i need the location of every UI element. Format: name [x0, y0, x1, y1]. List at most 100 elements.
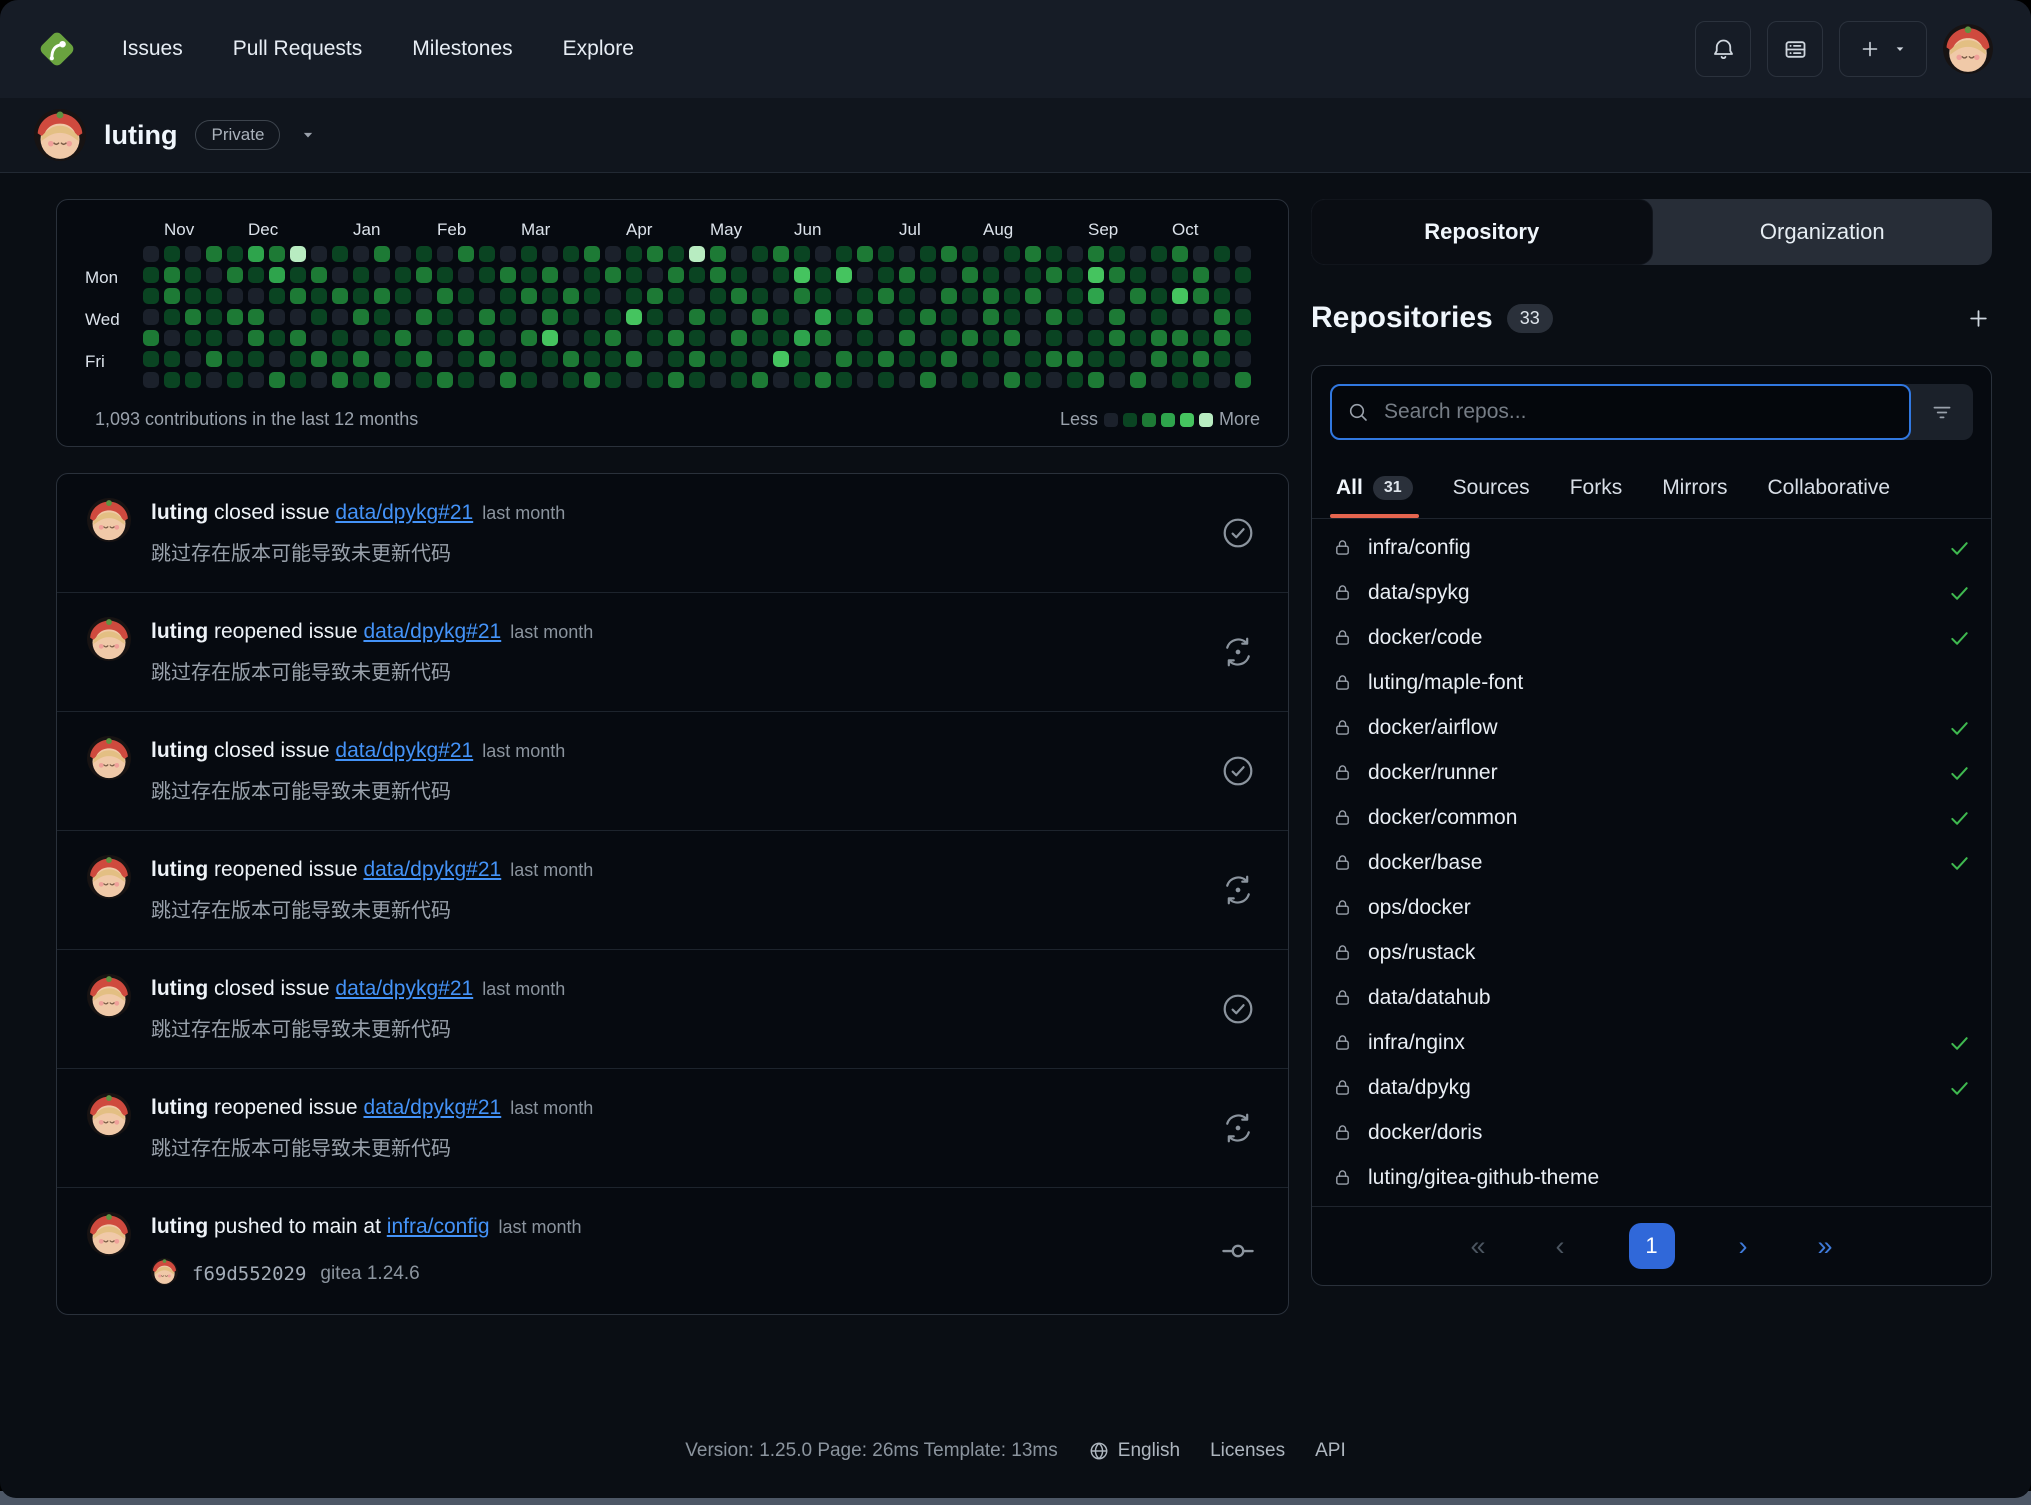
heatmap-cell	[227, 309, 243, 325]
repo-name: docker/doris	[1368, 1121, 1971, 1145]
heatmap-cell	[899, 330, 915, 346]
heatmap-cell	[689, 309, 705, 325]
repo-list-item[interactable]: ops/docker	[1312, 885, 1991, 930]
heatmap-cell	[248, 372, 264, 388]
repo-list-item[interactable]: docker/doris	[1312, 1110, 1991, 1155]
admin-panel-button[interactable]	[1767, 21, 1823, 77]
next-page-button[interactable]: ›	[1733, 1232, 1754, 1261]
heatmap-cell	[332, 309, 348, 325]
footer-link-english[interactable]: English	[1088, 1440, 1180, 1462]
new-repository-button[interactable]	[1965, 305, 1992, 332]
feed-actor-avatar[interactable]	[87, 1093, 131, 1142]
create-new-button[interactable]	[1839, 21, 1927, 77]
profile-dropdown-caret-icon[interactable]	[298, 125, 318, 145]
heatmap-cell	[458, 288, 474, 304]
nav-link-explore[interactable]: Explore	[563, 37, 634, 61]
heatmap-cell	[374, 288, 390, 304]
filter-tab-sources[interactable]: Sources	[1453, 476, 1530, 518]
repo-name: data/datahub	[1368, 986, 1971, 1010]
lock-icon	[1332, 762, 1353, 783]
profile-avatar[interactable]	[34, 109, 86, 161]
notifications-button[interactable]	[1695, 21, 1751, 77]
heatmap-cell	[164, 309, 180, 325]
repo-list-item[interactable]: data/datahub	[1312, 975, 1991, 1020]
heatmap-cell	[815, 288, 831, 304]
repo-list-item[interactable]: ops/rustack	[1312, 930, 1991, 975]
navbar-left: Issues Pull Requests Milestones Explore	[34, 26, 634, 72]
repo-list-item[interactable]: docker/runner	[1312, 750, 1991, 795]
feed-actor-avatar[interactable]	[87, 617, 131, 666]
tab-organization[interactable]: Organization	[1653, 199, 1993, 265]
heatmap-month-label: Sep	[1088, 220, 1118, 240]
repo-list-item[interactable]: data/dpykg	[1312, 1065, 1991, 1110]
nav-link-issues[interactable]: Issues	[122, 37, 183, 61]
heatmap-cell	[164, 351, 180, 367]
filter-tab-all[interactable]: All31	[1336, 476, 1413, 518]
feed-actor-avatar[interactable]	[87, 498, 131, 547]
filter-tab-collaborative[interactable]: Collaborative	[1768, 476, 1891, 518]
heatmap-cell	[1004, 330, 1020, 346]
last-page-button[interactable]: »	[1812, 1232, 1839, 1261]
repo-list-item[interactable]: luting/maple-font	[1312, 660, 1991, 705]
commit-sha-link[interactable]: f69d552029	[192, 1263, 306, 1285]
filter-tab-mirrors[interactable]: Mirrors	[1662, 476, 1727, 518]
main-content: MonWedFri NovDecJanFebMarAprMayJunJulAug…	[0, 173, 2031, 1315]
feed-target-link[interactable]: infra/config	[387, 1215, 490, 1238]
heatmap-cell	[584, 372, 600, 388]
heatmap-cell	[1025, 288, 1041, 304]
feed-actor-avatar[interactable]	[87, 1212, 131, 1261]
feed-target-link[interactable]: data/dpykg#21	[363, 1096, 501, 1119]
page-1-button[interactable]: 1	[1629, 1223, 1675, 1269]
feed-item-description: 跳过存在版本可能导致未更新代码	[151, 1016, 1218, 1044]
heatmap-cell	[416, 288, 432, 304]
legend-swatches	[1104, 413, 1213, 427]
feed-target-link[interactable]: data/dpykg#21	[335, 501, 473, 524]
repo-list-item[interactable]: infra/nginx	[1312, 1020, 1991, 1065]
nav-link-milestones[interactable]: Milestones	[412, 37, 512, 61]
repo-list-item[interactable]: docker/code	[1312, 615, 1991, 660]
legend-less-label: Less	[1060, 409, 1098, 430]
feed-actor-avatar[interactable]	[87, 974, 131, 1023]
filter-tab-forks[interactable]: Forks	[1570, 476, 1623, 518]
caret-down-icon	[1892, 41, 1908, 57]
feed-target-link[interactable]: data/dpykg#21	[335, 977, 473, 1000]
first-page-button[interactable]: «	[1464, 1232, 1491, 1261]
repo-list-item[interactable]: docker/common	[1312, 795, 1991, 840]
heatmap-cell	[920, 351, 936, 367]
feed-actor-link[interactable]: luting	[151, 739, 208, 762]
feed-item-description: 跳过存在版本可能导致未更新代码	[151, 659, 1218, 687]
user-menu-avatar[interactable]	[1943, 24, 1993, 74]
heatmap-cell	[752, 267, 768, 283]
feed-target-link[interactable]: data/dpykg#21	[363, 620, 501, 643]
feed-actor-link[interactable]: luting	[151, 1096, 208, 1119]
tab-repository[interactable]: Repository	[1311, 199, 1653, 265]
heatmap-cell	[668, 309, 684, 325]
feed-actor-avatar[interactable]	[87, 736, 131, 785]
repo-filter-button[interactable]	[1911, 384, 1973, 440]
feed-actor-link[interactable]: luting	[151, 501, 208, 524]
gitea-logo-icon[interactable]	[34, 26, 80, 72]
footer-link-licenses[interactable]: Licenses	[1210, 1440, 1285, 1462]
feed-actor-link[interactable]: luting	[151, 620, 208, 643]
feed-actor-link[interactable]: luting	[151, 977, 208, 1000]
feed-item: luting reopened issue data/dpykg#21 last…	[57, 830, 1288, 949]
footer-link-api[interactable]: API	[1315, 1440, 1346, 1462]
feed-actor-link[interactable]: luting	[151, 858, 208, 881]
feed-actor-avatar[interactable]	[87, 855, 131, 904]
repo-list-item[interactable]: data/spykg	[1312, 570, 1991, 615]
feed-actor-link[interactable]: luting	[151, 1215, 208, 1238]
nav-link-pull-requests[interactable]: Pull Requests	[233, 37, 363, 61]
repo-list-item[interactable]: luting/gitea-github-theme	[1312, 1155, 1991, 1200]
heatmap-cell	[1130, 267, 1146, 283]
feed-target-link[interactable]: data/dpykg#21	[335, 739, 473, 762]
repo-list-item[interactable]: docker/airflow	[1312, 705, 1991, 750]
heatmap-cell	[1235, 288, 1251, 304]
repo-list-item[interactable]: infra/config	[1312, 525, 1991, 570]
repo-list-item[interactable]: docker/base	[1312, 840, 1991, 885]
heatmap-cell	[395, 246, 411, 262]
feed-target-link[interactable]: data/dpykg#21	[363, 858, 501, 881]
lock-icon	[1332, 1167, 1353, 1188]
repo-search-input[interactable]	[1382, 399, 1895, 425]
prev-page-button[interactable]: ‹	[1550, 1232, 1571, 1261]
lock-icon	[1332, 1122, 1353, 1143]
